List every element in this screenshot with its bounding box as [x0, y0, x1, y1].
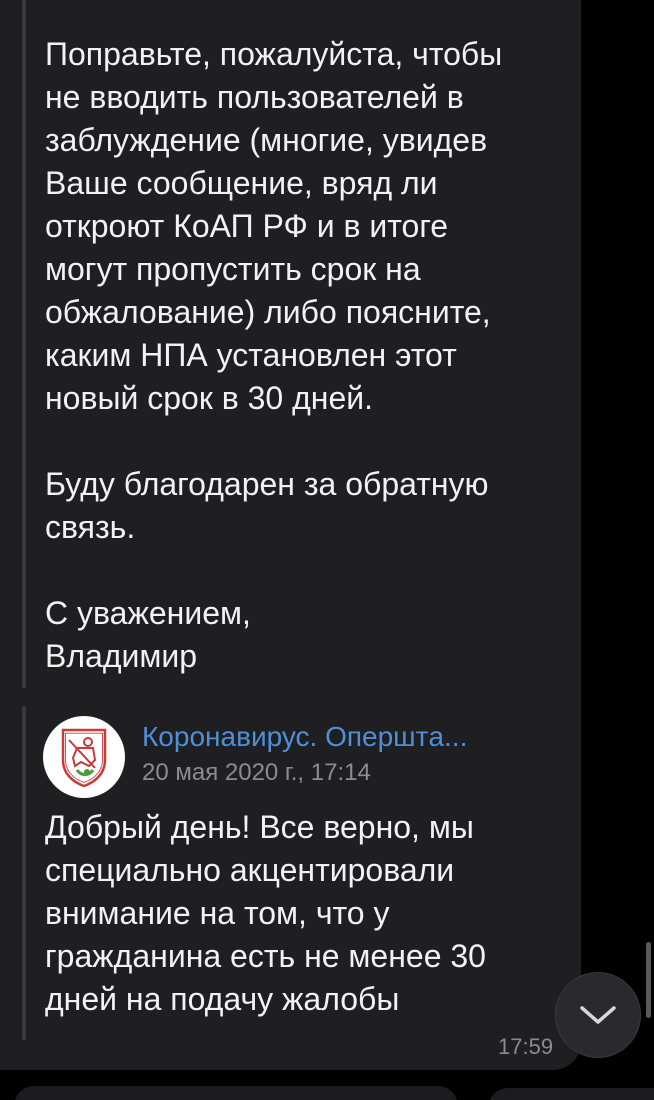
scroll-down-button[interactable] [555, 972, 641, 1058]
quote-bar [22, 0, 26, 688]
message-input[interactable] [14, 1086, 458, 1100]
moscow-coat-of-arms-icon [61, 728, 107, 788]
reply-text: Добрый день! Все верно, мы специально ак… [45, 809, 486, 1017]
input-accessory[interactable] [488, 1088, 654, 1100]
scrollbar[interactable] [646, 942, 651, 1018]
message-time: 17:59 [498, 1034, 554, 1059]
reply-sender-name[interactable]: Коронавирус. Оперштa... [142, 720, 467, 754]
message-text: Поправьте, пожалуйста, чтобы не вводить … [45, 36, 503, 674]
reply-date: 20 мая 2020 г., 17:14 [142, 759, 371, 786]
quote-bar [22, 706, 26, 1040]
chat-screen: Поправьте, пожалуйста, чтобы не вводить … [0, 0, 654, 1100]
chevron-down-icon [580, 1006, 616, 1024]
avatar[interactable] [43, 716, 125, 798]
